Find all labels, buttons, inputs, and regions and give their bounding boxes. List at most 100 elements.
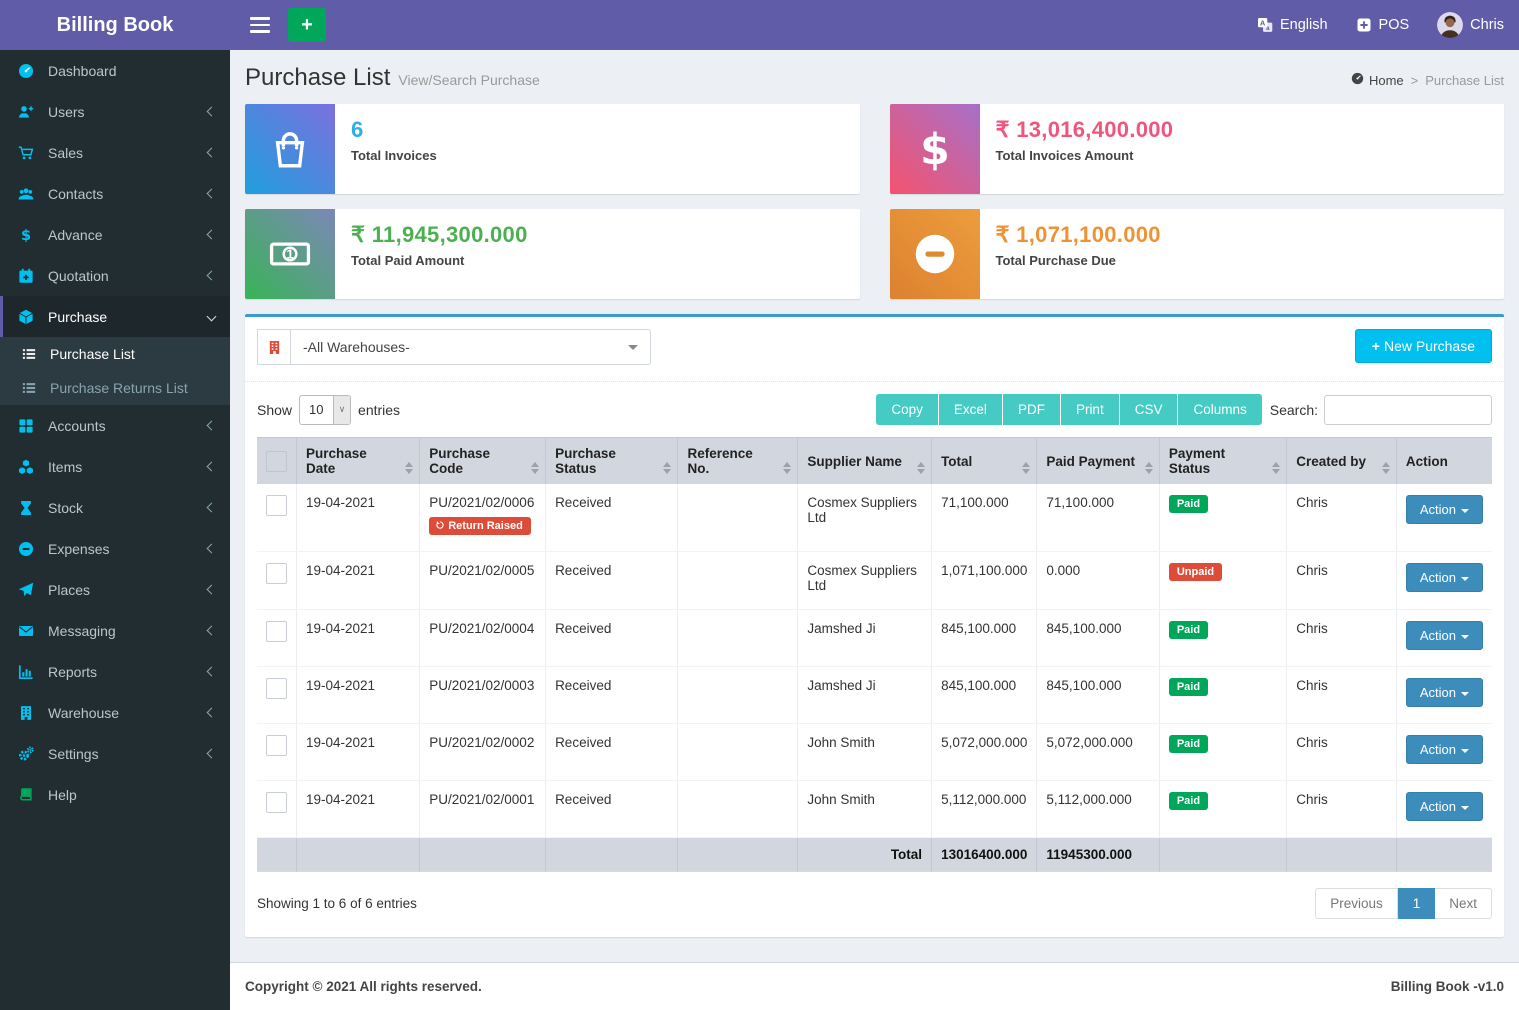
purchase-panel: -All Warehouses- +New Purchase Show 10 ∨… [245,314,1504,937]
action-dropdown-button[interactable]: Action [1406,563,1483,592]
total-cell-created-by [1287,838,1397,872]
row-checkbox[interactable] [266,792,287,813]
navbar-right: Aa English POS Chris [1257,12,1504,38]
sidebar-item-label: Dashboard [48,63,117,79]
sidebar-subitem-purchase-returns-list[interactable]: Purchase Returns List [0,371,230,405]
hamburger-menu-icon[interactable] [242,5,278,45]
sort-icon [1382,462,1390,474]
sidebar-item-quotation[interactable]: Quotation [0,255,230,296]
cell-reference-no [678,484,798,552]
sidebar-item-expenses[interactable]: Expenses [0,528,230,569]
sidebar-item-accounts[interactable]: Accounts [0,405,230,446]
user-menu[interactable]: Chris [1437,12,1504,38]
select-all-checkbox[interactable] [266,451,287,472]
sidebar-item-messaging[interactable]: Messaging [0,610,230,651]
stat-label: Total Purchase Due [996,253,1161,268]
sidebar-item-advance[interactable]: $Advance [0,214,230,255]
sidebar-item-warehouse[interactable]: Warehouse [0,692,230,733]
sidebar-item-places[interactable]: Places [0,569,230,610]
purchase-table: Purchase DatePurchase CodePurchase Statu… [257,437,1492,872]
content: Purchase List View/Search Purchase Home … [230,50,1519,944]
userplus-icon [18,104,38,120]
stat-card-total-invoices: 6Total Invoices [245,104,860,194]
row-checkbox[interactable] [266,495,287,516]
export-csv-button[interactable]: CSV [1120,394,1179,425]
cell-action: Action [1396,781,1492,838]
column-header-paid-payment[interactable]: Paid Payment [1037,438,1159,485]
brand-title: Billing Book [57,14,174,37]
sort-icon [1272,462,1280,474]
column-header-purchase-status[interactable]: Purchase Status [546,438,678,485]
column-header-created-by[interactable]: Created by [1287,438,1397,485]
previous-page-button[interactable]: Previous [1315,888,1398,919]
page-header: Purchase List View/Search Purchase Home … [245,64,1504,92]
column-header-label: Paid Payment [1046,454,1135,469]
row-checkbox[interactable] [266,678,287,699]
sidebar-subitem-purchase-list[interactable]: Purchase List [0,337,230,371]
new-purchase-button[interactable]: +New Purchase [1355,329,1492,363]
sidebar-item-help[interactable]: Help [0,774,230,815]
row-checkbox[interactable] [266,563,287,584]
cell-purchase-status: Received [546,484,678,552]
chevron-left-icon [207,271,217,281]
stat-label: Total Paid Amount [351,253,528,268]
table-row: 19-04-2021PU/2021/02/0002ReceivedJohn Sm… [257,724,1492,781]
language-menu[interactable]: Aa English [1257,17,1328,33]
row-checkbox[interactable] [266,735,287,756]
export-columns-button[interactable]: Columns [1178,394,1261,425]
export-print-button[interactable]: Print [1061,394,1120,425]
page-title: Purchase List [245,64,390,92]
column-header-reference-no-[interactable]: Reference No. [678,438,798,485]
export-pdf-button[interactable]: PDF [1003,394,1061,425]
column-header-supplier-name[interactable]: Supplier Name [798,438,932,485]
column-header-purchase-code[interactable]: Purchase Code [420,438,546,485]
action-dropdown-button[interactable]: Action [1406,792,1483,821]
quick-add-button[interactable]: + [288,8,326,42]
pos-button[interactable]: POS [1356,17,1410,33]
column-header-total[interactable]: Total [932,438,1037,485]
export-excel-button[interactable]: Excel [939,394,1003,425]
sidebar-item-contacts[interactable]: Contacts [0,173,230,214]
column-header-payment-status[interactable]: Payment Status [1159,438,1286,485]
sidebar-item-stock[interactable]: Stock [0,487,230,528]
cell-payment-status: Unpaid [1159,552,1286,610]
search-input[interactable] [1324,395,1492,425]
action-dropdown-button[interactable]: Action [1406,495,1483,524]
breadcrumb-current: Purchase List [1425,73,1504,88]
cell-purchase-date: 19-04-2021 [297,781,420,838]
export-copy-button[interactable]: Copy [876,394,939,425]
sidebar-item-purchase[interactable]: Purchase [0,296,230,337]
grid-icon [18,418,38,434]
cell-purchase-status: Received [546,781,678,838]
cell-checkbox [257,667,297,724]
action-dropdown-button[interactable]: Action [1406,621,1483,650]
table-row: 19-04-2021PU/2021/02/0006Return RaisedRe… [257,484,1492,552]
warehouse-select-value: -All Warehouses- [303,339,410,355]
action-dropdown-button[interactable]: Action [1406,735,1483,764]
row-checkbox[interactable] [266,621,287,642]
gears-icon [18,746,38,762]
sidebar-item-sales[interactable]: Sales [0,132,230,173]
breadcrumb-home-link[interactable]: Home [1351,72,1404,88]
search-label: Search: [1270,402,1318,418]
cell-supplier-name: Cosmex Suppliers Ltd [798,552,932,610]
total-cell-supplier: Total [798,838,932,872]
next-page-button[interactable]: Next [1435,888,1492,919]
chevron-down-icon [207,312,217,322]
page-1-button[interactable]: 1 [1398,888,1436,919]
sidebar-item-reports[interactable]: Reports [0,651,230,692]
warehouse-select[interactable]: -All Warehouses- [291,329,651,365]
cell-total: 5,072,000.000 [932,724,1037,781]
column-header-purchase-date[interactable]: Purchase Date [297,438,420,485]
chevron-left-icon [207,462,217,472]
sidebar-item-settings[interactable]: Settings [0,733,230,774]
brand[interactable]: Billing Book [0,0,230,50]
sidebar-item-label: Sales [48,145,83,161]
column-header-label: Action [1406,454,1448,469]
sidebar-item-users[interactable]: Users [0,91,230,132]
chevron-left-icon [207,503,217,513]
action-dropdown-button[interactable]: Action [1406,678,1483,707]
sidebar-item-items[interactable]: Items [0,446,230,487]
page-length-select[interactable]: 10 ∨ [299,395,351,425]
sidebar-item-dashboard[interactable]: Dashboard [0,50,230,91]
